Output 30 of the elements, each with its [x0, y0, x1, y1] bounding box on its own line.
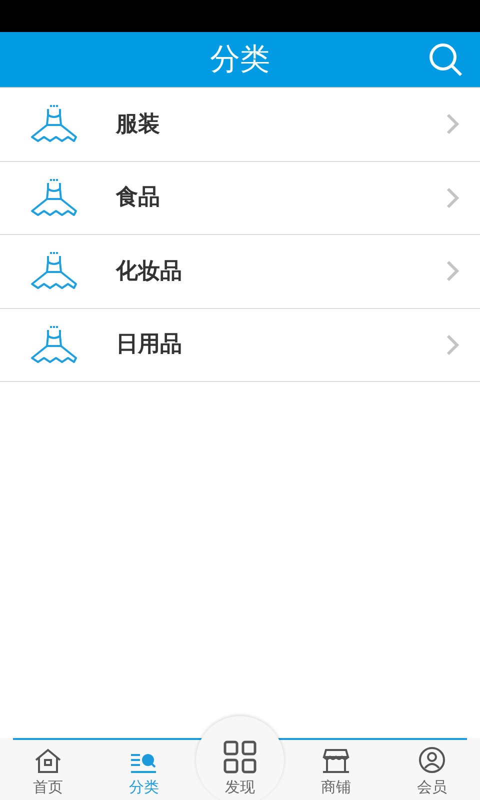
nav-tab-label: 分类 [129, 776, 159, 798]
dress-icon [28, 176, 80, 219]
nav-tab[interactable]: 首页 [0, 738, 96, 800]
dress-icon [28, 324, 80, 366]
category-label: 服装 [116, 110, 161, 139]
nav-tab-label: 商铺 [321, 776, 351, 798]
search-icon[interactable] [428, 42, 464, 78]
user-icon [418, 746, 446, 774]
nav-tab[interactable]: 会员 [384, 738, 480, 800]
chevron-right-icon [446, 113, 460, 136]
house-icon [34, 748, 62, 774]
chevron-right-icon [446, 334, 460, 356]
nav-tab[interactable]: 发现 [192, 718, 288, 800]
nav-tab[interactable]: 商铺 [288, 738, 384, 800]
category-label: 日用品 [116, 331, 183, 360]
storefront-icon [322, 748, 350, 774]
category-label: 化妆品 [116, 258, 183, 286]
header-title: 分类 [210, 41, 270, 79]
chevron-right-icon [446, 260, 460, 282]
category-item[interactable]: 食品 [0, 162, 480, 235]
category-item[interactable]: 服装 [0, 88, 480, 162]
nav-tab-label: 发现 [225, 776, 255, 798]
grid-icon [223, 740, 257, 774]
nav-tab-label: 会员 [417, 776, 447, 798]
category-label: 食品 [116, 184, 161, 212]
category-item[interactable]: 日用品 [0, 308, 480, 382]
chevron-right-icon [446, 186, 460, 209]
category-item[interactable]: 化妆品 [0, 235, 480, 308]
nav-tab-label: 首页 [33, 776, 63, 798]
nav-tab[interactable]: 分类 [96, 738, 192, 800]
